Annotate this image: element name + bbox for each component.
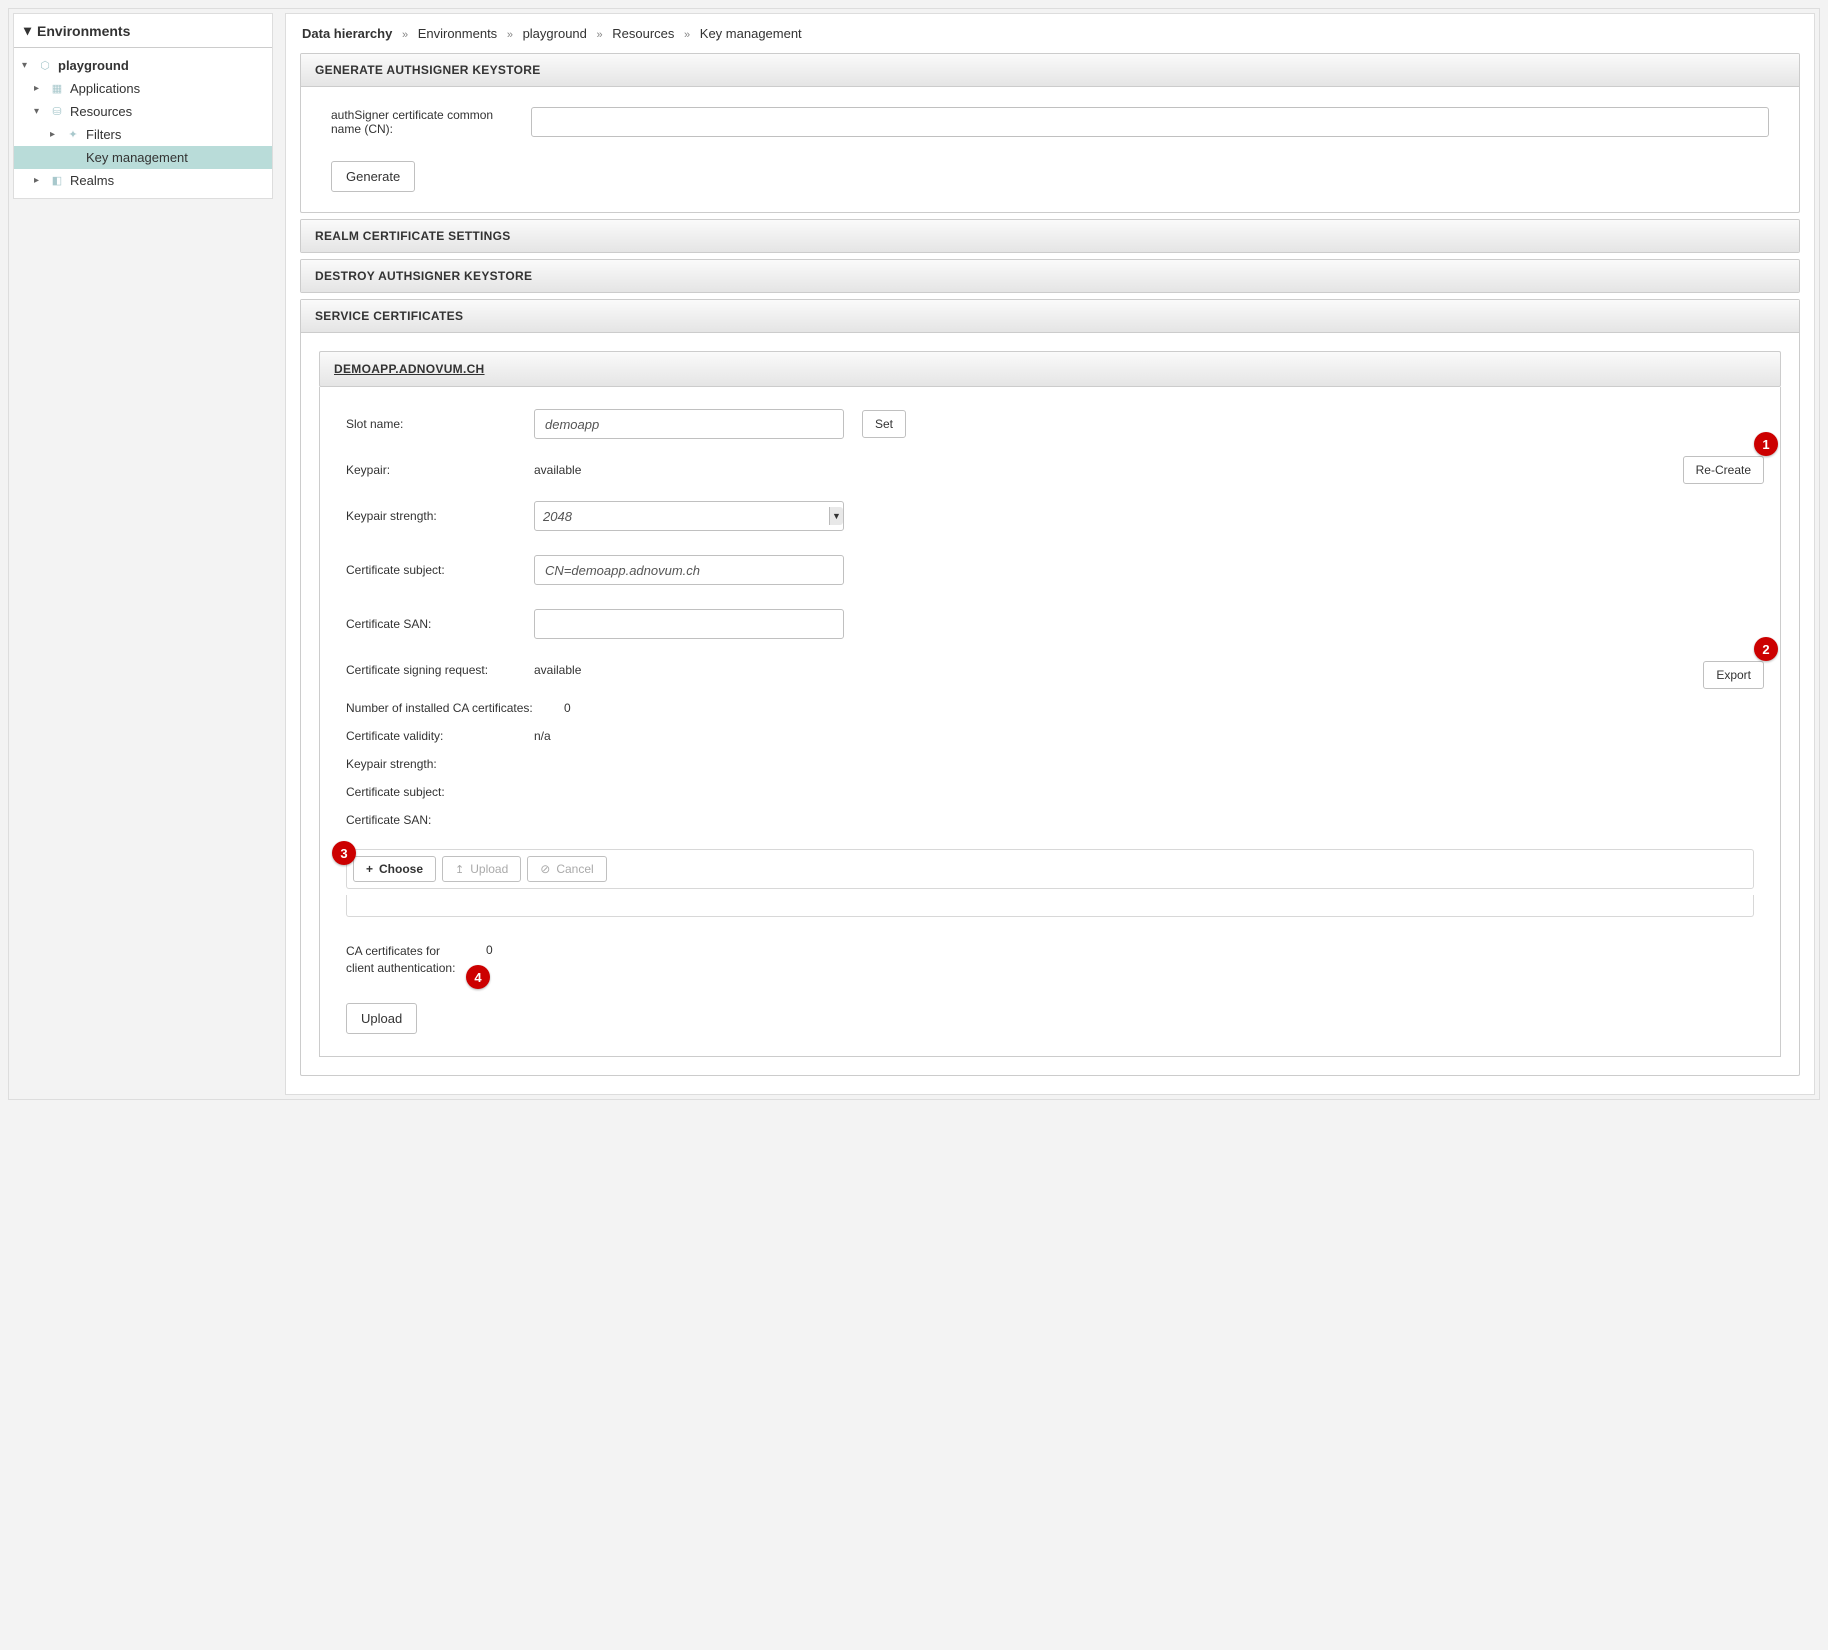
chevron-right-icon: » xyxy=(402,29,408,41)
panel-service-certificates: SERVICE CERTIFICATES DEMOAPP.ADNOVUM.CH … xyxy=(300,299,1800,1076)
annotation-badge-1: 1 xyxy=(1754,432,1778,456)
panel-header-generate-authsigner[interactable]: GENERATE AUTHSIGNER KEYSTORE xyxy=(301,54,1799,87)
annotation-badge-4: 4 xyxy=(466,965,490,989)
csr-label: Certificate signing request: xyxy=(346,663,516,677)
breadcrumb-resources[interactable]: Resources xyxy=(612,26,674,41)
panel-generate-authsigner: GENERATE AUTHSIGNER KEYSTORE authSigner … xyxy=(300,53,1800,213)
cert-san-input[interactable] xyxy=(534,609,844,639)
panel-destroy-authsigner: DESTROY AUTHSIGNER KEYSTORE xyxy=(300,259,1800,293)
tree-node-key-management[interactable]: Key management xyxy=(14,146,272,169)
breadcrumb-environments[interactable]: Environments xyxy=(418,26,497,41)
keypair-strength2-label: Keypair strength: xyxy=(346,757,516,771)
panel-header-service-certs[interactable]: SERVICE CERTIFICATES xyxy=(301,300,1799,333)
chevron-down-icon: ▾ xyxy=(24,22,31,39)
slot-name-label: Slot name: xyxy=(346,417,516,431)
ca-client-auth-value: 0 xyxy=(486,943,493,957)
chevron-right-icon: » xyxy=(597,29,603,41)
upload-ca-button[interactable]: Upload xyxy=(346,1003,417,1034)
keypair-value: available xyxy=(534,463,844,477)
keypair-strength-label: Keypair strength: xyxy=(346,509,516,523)
resources-icon: ⛁ xyxy=(50,105,64,119)
num-ca-label: Number of installed CA certificates: xyxy=(346,701,546,715)
cert-subject-input[interactable] xyxy=(534,555,844,585)
applications-icon: ▦ xyxy=(50,82,64,96)
csr-value: available xyxy=(534,663,844,677)
cert-subject-label: Certificate subject: xyxy=(346,563,516,577)
keypair-strength-select[interactable]: 2048 ▼ xyxy=(534,501,844,531)
main-content: Data hierarchy » Environments » playgrou… xyxy=(285,13,1815,1095)
environment-icon: ⬡ xyxy=(38,59,52,73)
service-host-header[interactable]: DEMOAPP.ADNOVUM.CH xyxy=(319,351,1781,387)
plus-icon: + xyxy=(366,862,373,876)
upload-file-button[interactable]: ↥ Upload xyxy=(442,856,521,882)
choose-file-button[interactable]: + Choose xyxy=(353,856,436,882)
file-drop-area[interactable] xyxy=(346,895,1754,917)
cancel-file-button[interactable]: ⊘ Cancel xyxy=(527,856,606,882)
breadcrumb-playground[interactable]: playground xyxy=(523,26,587,41)
ca-client-auth-label: CA certificates for client authenticatio… xyxy=(346,943,466,977)
tree-node-playground[interactable]: ▾ ⬡ playground xyxy=(14,54,272,77)
chevron-down-icon: ▾ xyxy=(34,106,44,117)
sidebar: ▾ Environments ▾ ⬡ playground ▸ ▦ Applic… xyxy=(13,13,273,199)
panel-header-realm-cert[interactable]: REALM CERTIFICATE SETTINGS xyxy=(301,220,1799,252)
nav-tree: ▾ ⬡ playground ▸ ▦ Applications ▾ ⛁ Reso… xyxy=(14,50,272,198)
annotation-badge-3: 3 xyxy=(332,841,356,865)
file-upload-bar: + Choose ↥ Upload ⊘ Cancel xyxy=(346,849,1754,889)
cert-san2-label: Certificate SAN: xyxy=(346,813,516,827)
filters-icon: ✦ xyxy=(66,128,80,142)
chevron-right-icon: » xyxy=(507,29,513,41)
recreate-button[interactable]: Re-Create xyxy=(1683,456,1764,484)
cert-validity-label: Certificate validity: xyxy=(346,729,516,743)
chevron-right-icon: ▸ xyxy=(34,175,44,186)
generate-button[interactable]: Generate xyxy=(331,161,415,192)
chevron-right-icon: ▸ xyxy=(34,83,44,94)
panel-realm-cert-settings: REALM CERTIFICATE SETTINGS xyxy=(300,219,1800,253)
breadcrumb-root[interactable]: Data hierarchy xyxy=(302,26,392,41)
cancel-icon: ⊘ xyxy=(540,862,550,876)
cert-validity-value: n/a xyxy=(534,729,844,743)
cert-san-label: Certificate SAN: xyxy=(346,617,516,631)
cn-input[interactable] xyxy=(531,107,1769,137)
chevron-right-icon: ▸ xyxy=(50,129,60,140)
spacer-icon xyxy=(66,151,80,165)
realms-icon: ◧ xyxy=(50,174,64,188)
chevron-down-icon: ▾ xyxy=(22,60,32,71)
sidebar-title-bar[interactable]: ▾ Environments xyxy=(14,14,272,48)
chevron-right-icon: » xyxy=(684,29,690,41)
cn-label: authSigner certificate common name (CN): xyxy=(331,108,511,136)
keypair-label: Keypair: xyxy=(346,463,516,477)
annotation-badge-2: 2 xyxy=(1754,637,1778,661)
panel-header-destroy-authsigner[interactable]: DESTROY AUTHSIGNER KEYSTORE xyxy=(301,260,1799,292)
set-button[interactable]: Set xyxy=(862,410,906,438)
tree-node-resources[interactable]: ▾ ⛁ Resources xyxy=(14,100,272,123)
num-ca-value: 0 xyxy=(564,701,874,715)
sidebar-title: Environments xyxy=(37,23,130,39)
breadcrumb-current: Key management xyxy=(700,26,802,41)
breadcrumb: Data hierarchy » Environments » playgrou… xyxy=(300,24,1800,49)
export-button[interactable]: Export xyxy=(1703,661,1764,689)
chevron-down-icon: ▼ xyxy=(829,507,843,525)
cert-subject2-label: Certificate subject: xyxy=(346,785,516,799)
upload-icon: ↥ xyxy=(455,863,464,876)
tree-node-filters[interactable]: ▸ ✦ Filters xyxy=(14,123,272,146)
tree-node-applications[interactable]: ▸ ▦ Applications xyxy=(14,77,272,100)
tree-node-realms[interactable]: ▸ ◧ Realms xyxy=(14,169,272,192)
slot-name-input[interactable] xyxy=(534,409,844,439)
